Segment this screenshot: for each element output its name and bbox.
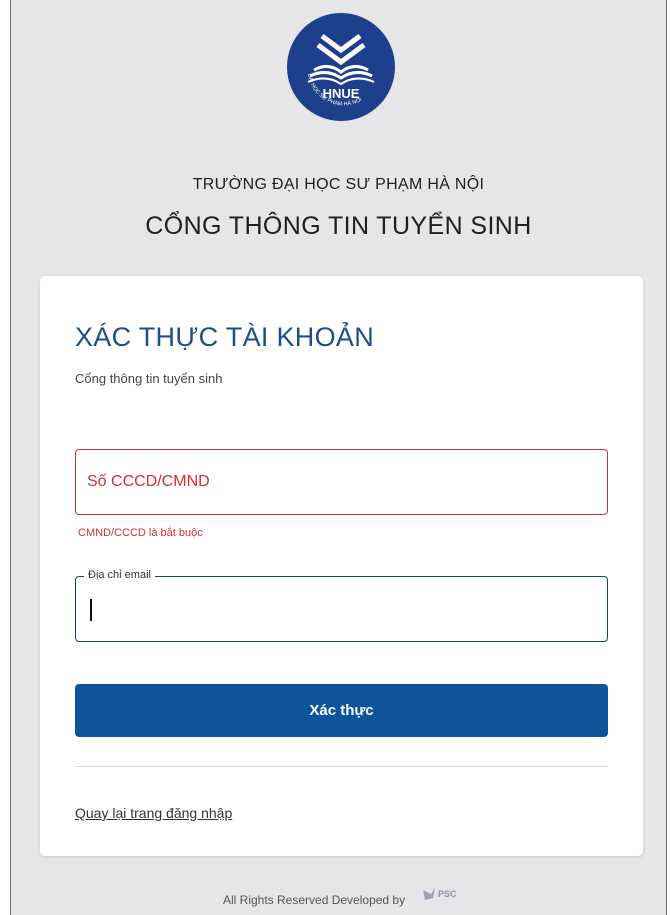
id-number-error: CMND/CCCD là bắt buộc [78,527,203,539]
portal-title: CỔNG THÔNG TIN TUYỂN SINH [145,212,532,240]
email-field-label: Địa chỉ email [84,569,155,581]
back-to-login-link[interactable]: Quay lại trang đăng nhập [75,805,232,821]
footer-text: All Rights Reserved Developed by [223,893,406,907]
verify-button[interactable]: Xác thực [75,684,608,737]
psc-logo: PSC [423,888,457,900]
hnue-logo: HNUE ĐẠI HỌC SƯ PHẠM HÀ NỘI [287,13,395,121]
email-field[interactable]: Địa chỉ email [75,569,608,642]
id-number-placeholder: Số CCCD/CMND [87,473,210,490]
verify-card: XÁC THỰC TÀI KHOẢN Cổng thông tin tuyển … [40,276,643,856]
text-caret [90,599,92,621]
id-number-field[interactable]: Số CCCD/CMND [75,449,608,515]
card-subtitle: Cổng thông tin tuyển sinh [75,371,223,386]
card-title: XÁC THỰC TÀI KHOẢN [75,322,375,352]
school-name: TRƯỜNG ĐẠI HỌC SƯ PHẠM HÀ NỘI [192,176,485,193]
psc-logo-text: PSC [438,889,457,899]
divider [75,766,608,767]
